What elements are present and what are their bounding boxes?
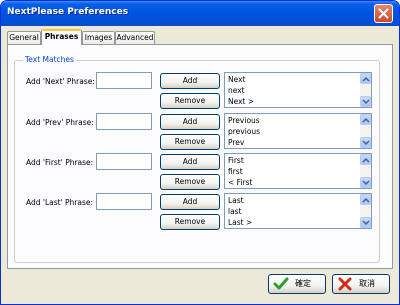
list-item[interactable]: Next > (228, 97, 254, 106)
tab-images[interactable]: Images (82, 31, 115, 44)
prev-remove-button[interactable]: Remove (160, 134, 220, 150)
last-add-button[interactable]: Add (160, 194, 220, 210)
title-bar[interactable]: NextPlease Preferences (1, 1, 399, 26)
last-remove-button[interactable]: Remove (160, 214, 220, 230)
tab-advanced[interactable]: Advanced (115, 31, 155, 44)
next-add-button[interactable]: Add (160, 73, 220, 89)
prev-add-button[interactable]: Add (160, 114, 220, 130)
scroll-up-arrow-icon (362, 157, 370, 163)
list-scrollbar[interactable] (360, 114, 371, 148)
ok-button[interactable]: 確定 (268, 274, 326, 294)
first-phrase-list[interactable]: First first < First (224, 153, 372, 189)
x-icon (338, 277, 352, 291)
next-phrase-input[interactable] (96, 72, 152, 89)
prev-phrase-list[interactable]: Previous previous Prev (224, 113, 372, 149)
list-item[interactable]: Last > (228, 218, 252, 227)
scroll-up-button[interactable] (360, 194, 371, 205)
first-phrase-label: Add 'First' Phrase: (26, 158, 94, 167)
scroll-up-button[interactable] (360, 73, 371, 84)
prev-phrase-label: Add 'Prev' Phrase: (26, 118, 94, 127)
checkmark-icon (273, 277, 289, 290)
list-item[interactable]: previous (228, 127, 260, 136)
next-remove-button[interactable]: Remove (160, 93, 220, 109)
last-phrase-list[interactable]: Last last Last > (224, 193, 372, 229)
tab-general[interactable]: General (7, 31, 41, 44)
list-scrollbar[interactable] (360, 73, 371, 107)
scroll-down-button[interactable] (360, 96, 371, 107)
list-item[interactable]: First (228, 156, 244, 165)
close-button[interactable] (374, 4, 393, 23)
scroll-down-button[interactable] (360, 177, 371, 188)
last-phrase-label: Add 'Last' Phrase: (26, 198, 94, 207)
scroll-up-arrow-icon (362, 76, 370, 82)
close-icon (378, 8, 389, 19)
list-item[interactable]: next (228, 86, 245, 95)
scroll-down-button[interactable] (360, 217, 371, 228)
list-item[interactable]: Next (228, 75, 245, 84)
list-item[interactable]: Last (228, 196, 244, 205)
tab-phrases[interactable]: Phrases (41, 29, 82, 45)
first-phrase-input[interactable] (96, 153, 152, 170)
next-phrase-list[interactable]: Next next Next > (224, 72, 372, 108)
scroll-down-arrow-icon (362, 99, 370, 105)
cancel-button[interactable]: 取消 (332, 274, 390, 294)
scroll-up-arrow-icon (362, 197, 370, 203)
list-scrollbar[interactable] (360, 194, 371, 228)
next-phrase-label: Add 'Next' Phrase: (26, 77, 95, 86)
scroll-down-arrow-icon (362, 180, 370, 186)
list-item[interactable]: first (228, 167, 243, 176)
scroll-down-arrow-icon (362, 140, 370, 146)
list-item[interactable]: < First (228, 178, 252, 187)
list-item[interactable]: Previous (228, 116, 260, 125)
preferences-window: NextPlease Preferences General Phrases I… (0, 0, 400, 305)
last-phrase-input[interactable] (96, 193, 152, 210)
list-item[interactable]: Prev (228, 138, 244, 147)
scroll-up-arrow-icon (362, 117, 370, 123)
list-scrollbar[interactable] (360, 154, 371, 188)
scroll-up-button[interactable] (360, 114, 371, 125)
scroll-down-arrow-icon (362, 220, 370, 226)
group-title: Text Matches (23, 55, 76, 64)
list-item[interactable]: last (228, 207, 242, 216)
first-add-button[interactable]: Add (160, 154, 220, 170)
prev-phrase-input[interactable] (96, 113, 152, 130)
cancel-button-label: 取消 (359, 279, 375, 288)
ok-button-label: 確定 (295, 279, 311, 288)
scroll-up-button[interactable] (360, 154, 371, 165)
scroll-down-button[interactable] (360, 137, 371, 148)
first-remove-button[interactable]: Remove (160, 174, 220, 190)
window-title: NextPlease Preferences (7, 7, 129, 17)
